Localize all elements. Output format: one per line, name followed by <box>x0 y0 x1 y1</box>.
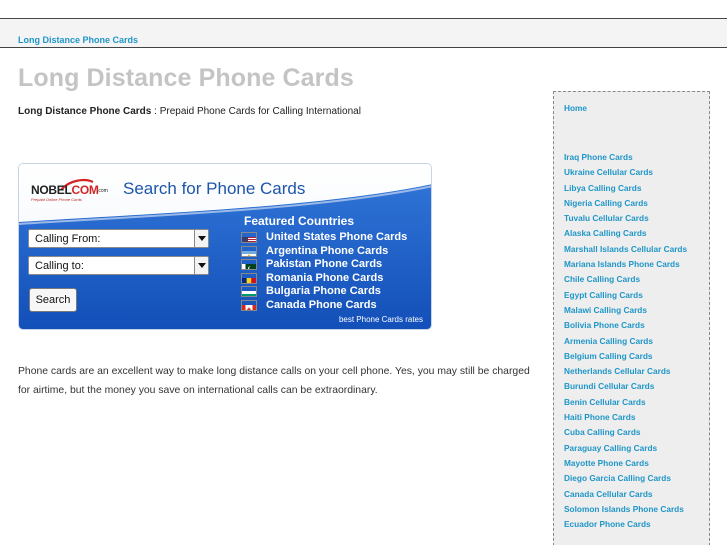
sidebar-list-item: Ukraine Cellular Cards <box>564 165 709 180</box>
sidebar-link[interactable]: Iraq Phone Cards <box>564 150 709 165</box>
sidebar-list-item: Burundi Cellular Cards <box>564 379 709 394</box>
sidebar-link[interactable]: Egypt Calling Cards <box>564 288 709 303</box>
sidebar-link[interactable]: Chile Calling Cards <box>564 272 709 287</box>
sidebar-link[interactable]: Alaska Calling Cards <box>564 226 709 241</box>
intro-paragraph: Phone cards are an excellent way to make… <box>18 366 530 396</box>
sidebar-list-item: Benin Cellular Cards <box>564 395 709 410</box>
tagline-rest: : Prepaid Phone Cards for Calling Intern… <box>151 106 361 117</box>
pakistan-flag-icon <box>241 259 257 271</box>
chevron-down-icon[interactable] <box>194 230 208 247</box>
sidebar: Home Iraq Phone Cards Ukraine Cellular C… <box>553 91 710 545</box>
featured-country-item[interactable]: Romania Phone Cards <box>241 272 427 286</box>
sidebar-list-item: Marshall Islands Cellular Cards <box>564 242 709 257</box>
sidebar-link[interactable]: Netherlands Cellular Cards <box>564 364 709 379</box>
widget-title: Search for Phone Cards <box>123 179 306 198</box>
sidebar-link[interactable]: Tuvalu Cellular Cards <box>564 211 709 226</box>
tagline-bold: Long Distance Phone Cards <box>18 106 152 117</box>
us-flag-icon <box>241 232 257 243</box>
sidebar-link[interactable]: Burundi Cellular Cards <box>564 379 709 394</box>
sidebar-link[interactable]: Haiti Phone Cards <box>564 410 709 425</box>
featured-country-item[interactable]: Canada Phone Cards <box>241 299 427 313</box>
sidebar-list-item: Mariana Islands Phone Cards <box>564 257 709 272</box>
sidebar-link[interactable]: Bolivia Phone Cards <box>564 318 709 333</box>
calling-from-select[interactable]: Calling From: <box>28 229 209 248</box>
logo-brand: NOBELCOM <box>31 183 99 197</box>
sidebar-list-item: Bolivia Phone Cards <box>564 318 709 333</box>
sidebar-link[interactable]: Libya Calling Cards <box>564 181 709 196</box>
sidebar-link[interactable]: Mayotte Phone Cards <box>564 456 709 471</box>
sidebar-list-item: Canada Cellular Cards <box>564 487 709 502</box>
canada-flag-icon <box>241 299 257 311</box>
sidebar-link[interactable]: Benin Cellular Cards <box>564 395 709 410</box>
sidebar-link[interactable]: Armenia Calling Cards <box>564 334 709 349</box>
featured-country-item[interactable]: Argentina Phone Cards <box>241 245 427 259</box>
sidebar-link[interactable]: Ecuador Phone Cards <box>564 517 709 532</box>
sidebar-link[interactable]: Cuba Calling Cards <box>564 425 709 440</box>
phone-card-search-widget: NOBELCOM .com Prepaid Online Phone Cards… <box>18 163 432 330</box>
calling-to-value: Calling to: <box>35 260 84 272</box>
sidebar-link[interactable]: Ukraine Cellular Cards <box>564 165 709 180</box>
logo-subtitle: Prepaid Online Phone Cards <box>31 197 82 202</box>
sidebar-list-item: Mayotte Phone Cards <box>564 456 709 471</box>
chevron-down-icon[interactable] <box>194 257 208 274</box>
page-title: Long Distance Phone Cards <box>18 64 354 92</box>
sidebar-list-item: Armenia Calling Cards <box>564 334 709 349</box>
sidebar-link[interactable]: Malawi Calling Cards <box>564 303 709 318</box>
sidebar-list-item: Haiti Phone Cards <box>564 410 709 425</box>
sidebar-list-item: Belgium Calling Cards <box>564 349 709 364</box>
bulgaria-flag-icon <box>241 286 257 298</box>
sidebar-list-item: Chile Calling Cards <box>564 272 709 287</box>
romania-flag-icon <box>241 272 257 284</box>
featured-country-item[interactable]: United States Phone Cards <box>241 231 427 245</box>
calling-to-select[interactable]: Calling to: <box>28 256 209 275</box>
logo-dotcom: .com <box>97 188 108 194</box>
search-button[interactable]: Search <box>29 288 77 312</box>
sidebar-list-item: Netherlands Cellular Cards <box>564 364 709 379</box>
sidebar-list-item: Tuvalu Cellular Cards <box>564 211 709 226</box>
rates-caption[interactable]: best Phone Cards rates <box>339 315 423 324</box>
calling-from-value: Calling From: <box>35 233 101 245</box>
nobelcom-logo[interactable]: NOBELCOM .com Prepaid Online Phone Cards <box>31 179 113 207</box>
sidebar-home-link[interactable]: Home <box>564 103 587 113</box>
sidebar-list-item: Iraq Phone Cards <box>564 150 709 165</box>
sidebar-list-item: Diego Garcia Calling Cards <box>564 471 709 486</box>
sidebar-link[interactable]: Diego Garcia Calling Cards <box>564 471 709 486</box>
featured-countries-list: United States Phone Cards Argentina Phon… <box>241 231 427 313</box>
sidebar-link[interactable]: Solomon Islands Phone Cards <box>564 502 709 517</box>
featured-country-item[interactable]: Bulgaria Phone Cards <box>241 285 427 299</box>
sidebar-link[interactable]: Paraguay Calling Cards <box>564 441 709 456</box>
sidebar-list-item: Libya Calling Cards <box>564 181 709 196</box>
featured-country-item[interactable]: Pakistan Phone Cards <box>241 258 427 272</box>
sidebar-link-list: Iraq Phone Cards Ukraine Cellular Cards … <box>564 150 709 532</box>
sidebar-list-item: Egypt Calling Cards <box>564 288 709 303</box>
breadcrumb-link[interactable]: Long Distance Phone Cards <box>18 35 138 45</box>
tagline: Long Distance Phone Cards : Prepaid Phon… <box>18 106 361 117</box>
sidebar-list-item: Ecuador Phone Cards <box>564 517 709 532</box>
top-breadcrumb-bar: Long Distance Phone Cards <box>0 18 727 48</box>
sidebar-link[interactable]: Belgium Calling Cards <box>564 349 709 364</box>
sidebar-link[interactable]: Marshall Islands Cellular Cards <box>564 242 709 257</box>
sidebar-link[interactable]: Nigeria Calling Cards <box>564 196 709 211</box>
sidebar-list-item: Cuba Calling Cards <box>564 425 709 440</box>
sidebar-list-item: Paraguay Calling Cards <box>564 441 709 456</box>
featured-countries-heading: Featured Countries <box>244 214 355 228</box>
sidebar-list-item: Alaska Calling Cards <box>564 226 709 241</box>
sidebar-link[interactable]: Canada Cellular Cards <box>564 487 709 502</box>
sidebar-list-item: Malawi Calling Cards <box>564 303 709 318</box>
sidebar-list-item: Solomon Islands Phone Cards <box>564 502 709 517</box>
sidebar-list-item: Nigeria Calling Cards <box>564 196 709 211</box>
argentina-flag-icon <box>241 245 257 257</box>
sidebar-link[interactable]: Mariana Islands Phone Cards <box>564 257 709 272</box>
